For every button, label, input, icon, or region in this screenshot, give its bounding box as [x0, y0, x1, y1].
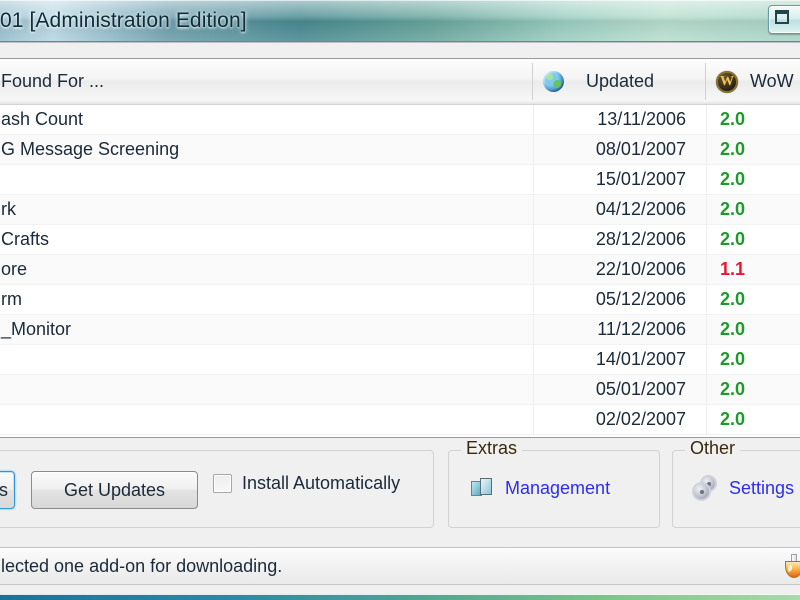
- cell-addon-name: [0, 345, 533, 374]
- settings-link[interactable]: Settings: [693, 477, 794, 499]
- status-message: lected one add-on for downloading.: [1, 556, 283, 576]
- actions-group: es Get Updates Install Automatically: [0, 450, 434, 528]
- cell-wow-version: 2.0: [720, 109, 746, 129]
- cell-addon-name: [0, 405, 533, 434]
- table-row[interactable]: 14/01/2007 2.0: [0, 345, 800, 375]
- cell-addon-name: _Monitor: [1, 319, 72, 339]
- window-title: 01 [Administration Edition]: [0, 9, 247, 32]
- cell-wow-version: 2.0: [720, 139, 746, 159]
- addon-list-body: ash Count 13/11/2006 2.0 G Message Screenin…: [0, 105, 800, 435]
- cell-updated-date: 08/01/2007: [595, 139, 686, 159]
- get-updates-button-label: Get Updates: [63, 479, 166, 500]
- cell-updated-date: 02/02/2007: [595, 409, 686, 429]
- cell-addon-name: [0, 375, 533, 404]
- get-updates-button[interactable]: Get Updates: [31, 471, 198, 509]
- cell-wow-version: 2.0: [720, 409, 746, 429]
- updates-button[interactable]: es: [0, 471, 15, 509]
- table-row[interactable]: Crafts 28/12/2006 2.0: [0, 225, 800, 255]
- column-header-wow-version-label: WoW: [750, 71, 794, 91]
- cell-addon-name: Crafts: [1, 229, 50, 249]
- window-titlebar: 01 [Administration Edition]: [0, 0, 800, 42]
- extras-group: Extras Management: [448, 438, 660, 528]
- table-row[interactable]: ore 22/10/2006 1.1: [0, 255, 800, 285]
- table-row[interactable]: 05/01/2007 2.0: [0, 375, 800, 405]
- other-group: Other Settings: [672, 438, 800, 528]
- cell-updated-date: 15/01/2007: [595, 169, 686, 189]
- cell-wow-version: 2.0: [720, 289, 746, 309]
- cell-updated-date: 04/12/2006: [595, 199, 686, 219]
- table-row[interactable]: G Message Screening 08/01/2007 2.0: [0, 135, 800, 165]
- addon-list[interactable]: Found For ... Updated WoW ash Count 13/11…: [0, 58, 800, 438]
- cell-updated-date: 05/12/2006: [595, 289, 686, 309]
- application-window: 01 [Administration Edition] Found For ..…: [0, 0, 800, 600]
- cell-updated-date: 14/01/2007: [595, 349, 686, 369]
- cell-wow-version: 2.0: [720, 169, 746, 189]
- other-group-title: Other: [685, 438, 741, 459]
- extras-group-title: Extras: [461, 438, 523, 459]
- restore-down-icon: [775, 10, 789, 24]
- cell-updated-date: 11/12/2006: [597, 319, 686, 339]
- updates-button-label: es: [0, 479, 8, 500]
- window-bottom-edge: [0, 594, 800, 600]
- cell-updated-date: 22/10/2006: [595, 259, 686, 279]
- cell-wow-version: 2.0: [720, 349, 746, 369]
- cell-wow-version: 2.0: [720, 229, 746, 249]
- cell-wow-version: 2.0: [720, 379, 746, 399]
- table-row[interactable]: rk 04/12/2006 2.0: [0, 195, 800, 225]
- addon-list-header: Found For ... Updated WoW: [0, 59, 800, 105]
- gears-icon: [693, 477, 717, 499]
- cell-updated-date: 28/12/2006: [595, 229, 686, 249]
- table-row[interactable]: _Monitor 11/12/2006 2.0: [0, 315, 800, 345]
- column-header-updated-label: Updated: [586, 71, 655, 91]
- table-row[interactable]: ash Count 13/11/2006 2.0: [0, 105, 800, 135]
- cube-front: [480, 478, 492, 495]
- flask-icon[interactable]: [784, 554, 800, 578]
- cell-updated-date: 05/01/2007: [595, 379, 686, 399]
- cell-addon-name: rm: [1, 289, 22, 309]
- settings-link-label: Settings: [729, 477, 795, 498]
- gear-large: [694, 484, 709, 499]
- cell-wow-version: 2.0: [720, 199, 746, 219]
- table-row[interactable]: 02/02/2007 2.0: [0, 405, 800, 435]
- column-header-name[interactable]: Found For ...: [0, 59, 533, 104]
- management-link-label: Management: [505, 477, 611, 498]
- install-automatically-checkbox[interactable]: [213, 474, 232, 493]
- wow-icon: [716, 70, 738, 93]
- cell-addon-name: [0, 165, 533, 194]
- cell-addon-name: G Message Screening: [1, 139, 180, 159]
- column-header-name-label: Found For ...: [1, 71, 105, 91]
- cell-addon-name: rk: [1, 199, 16, 219]
- management-link[interactable]: Management: [471, 477, 610, 499]
- window-restore-button[interactable]: [768, 5, 800, 34]
- table-row[interactable]: 15/01/2007 2.0: [0, 165, 800, 195]
- bottom-toolbar: es Get Updates Install Automatically Ext…: [0, 438, 800, 544]
- install-automatically-label: Install Automatically: [242, 473, 401, 493]
- table-row[interactable]: rm 05/12/2006 2.0: [0, 285, 800, 315]
- client-area: Found For ... Updated WoW ash Count 13/11…: [0, 43, 800, 600]
- cell-updated-date: 13/11/2006: [597, 109, 686, 129]
- cell-addon-name: ore: [1, 259, 28, 279]
- column-header-updated[interactable]: Updated: [533, 59, 706, 104]
- status-bar: lected one add-on for downloading.: [0, 547, 800, 585]
- globe-icon: [543, 71, 564, 92]
- cell-wow-version: 1.1: [720, 259, 746, 279]
- package-cubes-icon: [471, 477, 493, 499]
- cell-wow-version: 2.0: [720, 319, 746, 339]
- column-header-wow-version[interactable]: WoW: [706, 59, 800, 104]
- cell-addon-name: ash Count: [1, 109, 84, 129]
- install-automatically-row[interactable]: Install Automatically: [213, 473, 400, 494]
